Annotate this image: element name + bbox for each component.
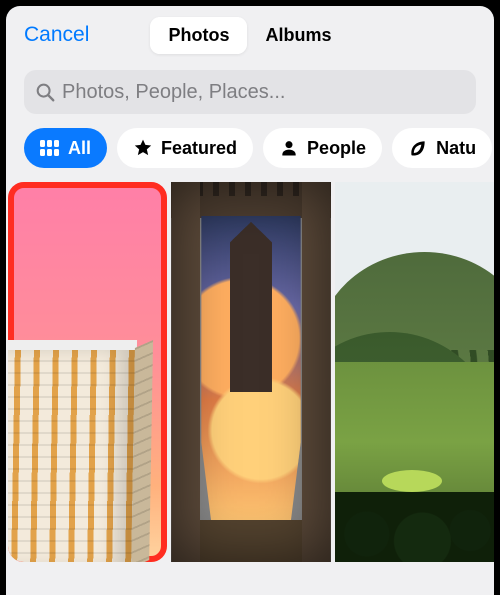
view-segmented-control: Photos	[150, 17, 247, 54]
filter-label: Featured	[161, 138, 237, 159]
cancel-button[interactable]: Cancel	[24, 6, 89, 64]
filter-chip-people[interactable]: People	[263, 128, 382, 168]
filter-label: People	[307, 138, 366, 159]
search-container	[6, 64, 494, 128]
search-icon	[34, 81, 56, 103]
search-input[interactable]	[62, 81, 466, 104]
filter-label: Natu	[436, 138, 476, 159]
photo-picker-sheet: Cancel Photos Albums All	[6, 6, 494, 595]
search-field[interactable]	[24, 70, 476, 114]
filter-chip-all[interactable]: All	[24, 128, 107, 168]
photo-grid	[6, 182, 494, 562]
tab-albums[interactable]: Albums	[247, 17, 349, 54]
filter-chips: All Featured People Natu	[6, 128, 494, 182]
person-icon	[279, 138, 299, 158]
photo-thumbnail[interactable]	[335, 182, 494, 562]
nav-bar: Cancel Photos Albums	[6, 6, 494, 64]
filter-chip-featured[interactable]: Featured	[117, 128, 253, 168]
grid-icon	[40, 140, 60, 156]
photo-content	[8, 348, 137, 562]
tab-photos[interactable]: Photos	[150, 17, 247, 54]
photo-thumbnail[interactable]	[171, 182, 330, 562]
filter-label: All	[68, 138, 91, 159]
star-icon	[133, 138, 153, 158]
leaf-icon	[408, 138, 428, 158]
photo-thumbnail[interactable]	[8, 182, 167, 562]
filter-chip-nature[interactable]: Natu	[392, 128, 492, 168]
